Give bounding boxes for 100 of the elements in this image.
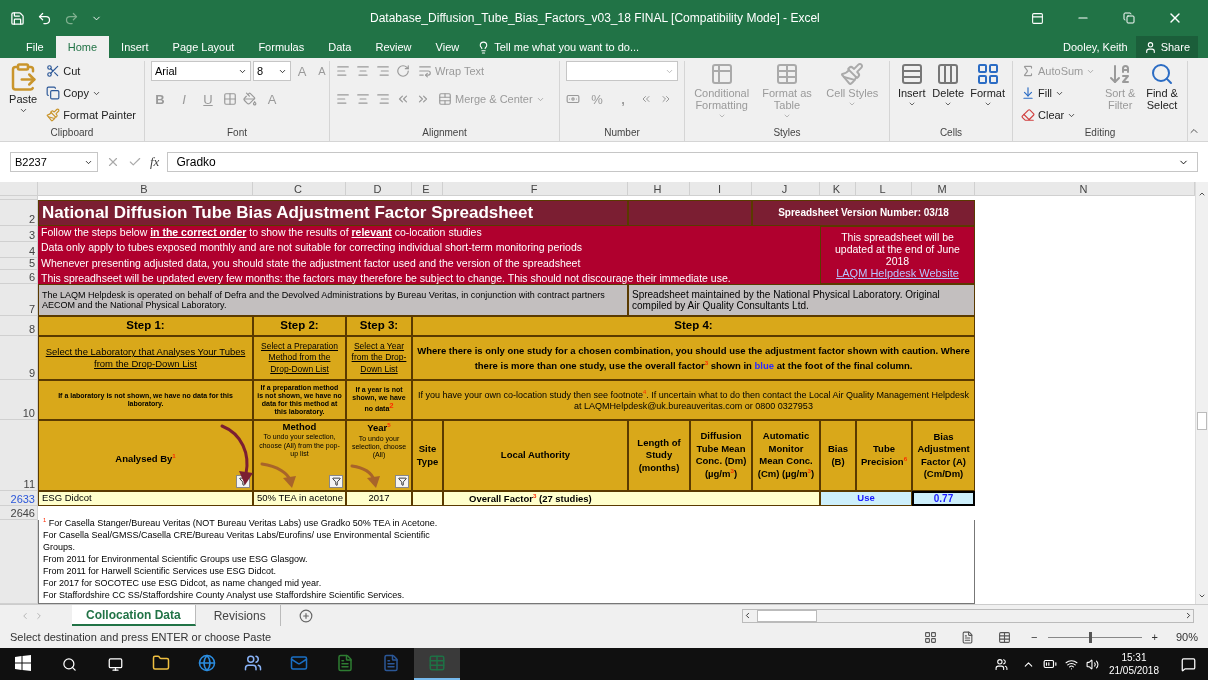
find-select-button[interactable]: Find & Select: [1143, 61, 1181, 127]
document-icon: [336, 654, 354, 672]
row-header[interactable]: 2: [0, 200, 38, 226]
column-header[interactable]: I: [690, 182, 752, 196]
tell-me-field[interactable]: Tell me what you want to do...: [477, 36, 640, 58]
cells-command-button[interactable]: Insert: [896, 61, 928, 127]
ribbon-tab[interactable]: Formulas: [246, 36, 317, 58]
middle-align-icon[interactable]: [356, 64, 370, 78]
align-left-icon[interactable]: [336, 92, 350, 106]
row-header[interactable]: 11: [0, 420, 38, 491]
taskbar-app[interactable]: [414, 648, 460, 680]
row-header[interactable]: 7: [0, 284, 38, 316]
cells-command-button[interactable]: Delete: [931, 61, 966, 127]
cancel-icon[interactable]: [106, 155, 120, 169]
notifications-icon[interactable]: [1181, 656, 1196, 672]
fill-button[interactable]: Fill: [1019, 83, 1098, 103]
column-header[interactable]: F: [443, 182, 628, 196]
volume-icon[interactable]: [1085, 657, 1099, 671]
clock[interactable]: 15:31 21/05/2018: [1108, 651, 1159, 677]
clear-button[interactable]: Clear: [1019, 105, 1098, 125]
font-size-field[interactable]: 8: [253, 61, 291, 81]
row-header[interactable]: 6: [0, 270, 38, 284]
borders-icon[interactable]: [223, 92, 237, 106]
column-header[interactable]: L: [856, 182, 912, 196]
row-header[interactable]: 9: [0, 336, 38, 380]
column-header[interactable]: C: [253, 182, 346, 196]
column-header[interactable]: E: [412, 182, 443, 196]
align-center-icon[interactable]: [356, 92, 370, 106]
network-icon[interactable]: [1064, 657, 1078, 671]
font-name-field[interactable]: Arial: [151, 61, 251, 81]
row-header[interactable]: 2646: [0, 506, 38, 520]
ribbon-tab[interactable]: View: [423, 36, 472, 58]
increase-decimal-icon[interactable]: [640, 93, 652, 105]
decrease-indent-icon[interactable]: [396, 92, 410, 106]
column-header[interactable]: M: [912, 182, 975, 196]
battery-icon[interactable]: [1042, 657, 1057, 671]
row-header[interactable]: 8: [0, 316, 38, 336]
column-header[interactable]: K: [820, 182, 856, 196]
undo-icon[interactable]: [37, 10, 52, 26]
filter-button[interactable]: [395, 475, 409, 488]
zoom-in-button[interactable]: +: [1151, 631, 1158, 643]
column-header[interactable]: H: [628, 182, 690, 196]
zoom-out-button[interactable]: −: [1031, 631, 1038, 643]
orientation-icon[interactable]: [396, 64, 410, 78]
sheet-tab[interactable]: Collocation Data: [72, 605, 196, 626]
group-label: Cells: [938, 127, 964, 140]
zoom-slider-thumb[interactable]: [1088, 631, 1092, 643]
next-sheet-icon[interactable]: [34, 610, 44, 621]
column-header[interactable]: J: [752, 182, 820, 196]
previous-sheet-icon[interactable]: [20, 610, 30, 621]
enter-icon[interactable]: [128, 155, 142, 169]
top-align-icon[interactable]: [336, 64, 350, 78]
ribbon-tab[interactable]: File: [14, 36, 56, 58]
zoom-level[interactable]: 90%: [1175, 631, 1198, 643]
share-button[interactable]: Share: [1135, 36, 1198, 58]
scrollbar-thumb[interactable]: [1197, 412, 1207, 430]
step-instruction[interactable]: Select a Year from the Drop-Down List: [346, 336, 412, 380]
ribbon-tab[interactable]: Data: [316, 36, 364, 58]
scrollbar-thumb[interactable]: [757, 609, 817, 622]
row-header[interactable]: 5: [0, 258, 38, 270]
insert-function-button[interactable]: fx: [150, 154, 160, 170]
cells-command-button[interactable]: Format: [969, 61, 1006, 127]
paste-button[interactable]: Paste: [6, 61, 41, 127]
format-painter-button[interactable]: Format Painter: [44, 105, 138, 125]
save-icon[interactable]: [10, 10, 25, 26]
page-break-icon[interactable]: [998, 630, 1012, 644]
row-header[interactable]: 10: [0, 380, 38, 420]
bottom-align-icon[interactable]: [376, 64, 390, 78]
row-header[interactable]: 4: [0, 242, 38, 258]
copy-button[interactable]: Copy: [44, 83, 138, 103]
ribbon-tab[interactable]: Page Layout: [160, 36, 247, 58]
ribbon-tab[interactable]: Insert: [109, 36, 161, 58]
horizontal-scrollbar[interactable]: [742, 608, 1194, 623]
step-instruction[interactable]: Select a Preparation Method from the Drop-Down List: [253, 336, 346, 380]
ribbon-tab[interactable]: Home: [55, 36, 110, 58]
currency-icon[interactable]: [566, 92, 580, 106]
name-box[interactable]: B2237: [10, 152, 98, 172]
increase-indent-icon[interactable]: [416, 92, 430, 106]
cut-button[interactable]: Cut: [44, 61, 138, 81]
align-right-icon[interactable]: [376, 92, 390, 106]
decrease-decimal-icon[interactable]: [660, 93, 672, 105]
normal-view-icon[interactable]: [924, 630, 938, 644]
filter-button[interactable]: [329, 475, 343, 488]
redo-icon[interactable]: [64, 10, 79, 26]
instruction-note: Whenever presenting adjusted data, you should state the adjustment factor used and the version of the spreadsheet: [41, 256, 581, 269]
page-layout-icon[interactable]: [961, 630, 975, 644]
number-format-field[interactable]: [566, 61, 678, 81]
column-header[interactable]: B: [38, 182, 253, 196]
column-header[interactable]: N: [975, 182, 1195, 196]
people-icon[interactable]: [994, 657, 1008, 671]
step-instruction[interactable]: Select the Laboratory that Analyses Your Tubes from the Drop-Down List: [38, 336, 253, 380]
fill-color-icon[interactable]: [243, 92, 257, 106]
column-header[interactable]: D: [346, 182, 412, 196]
row-header[interactable]: 3: [0, 226, 38, 242]
formula-field[interactable]: Gradko: [167, 152, 1198, 172]
row-header[interactable]: 2633: [0, 491, 38, 506]
vertical-scrollbar[interactable]: [1195, 182, 1208, 604]
ribbon-tab[interactable]: Review: [363, 36, 424, 58]
add-sheet-icon[interactable]: [298, 608, 313, 623]
helpdesk-link[interactable]: LAQM Helpdesk Website: [836, 267, 959, 280]
